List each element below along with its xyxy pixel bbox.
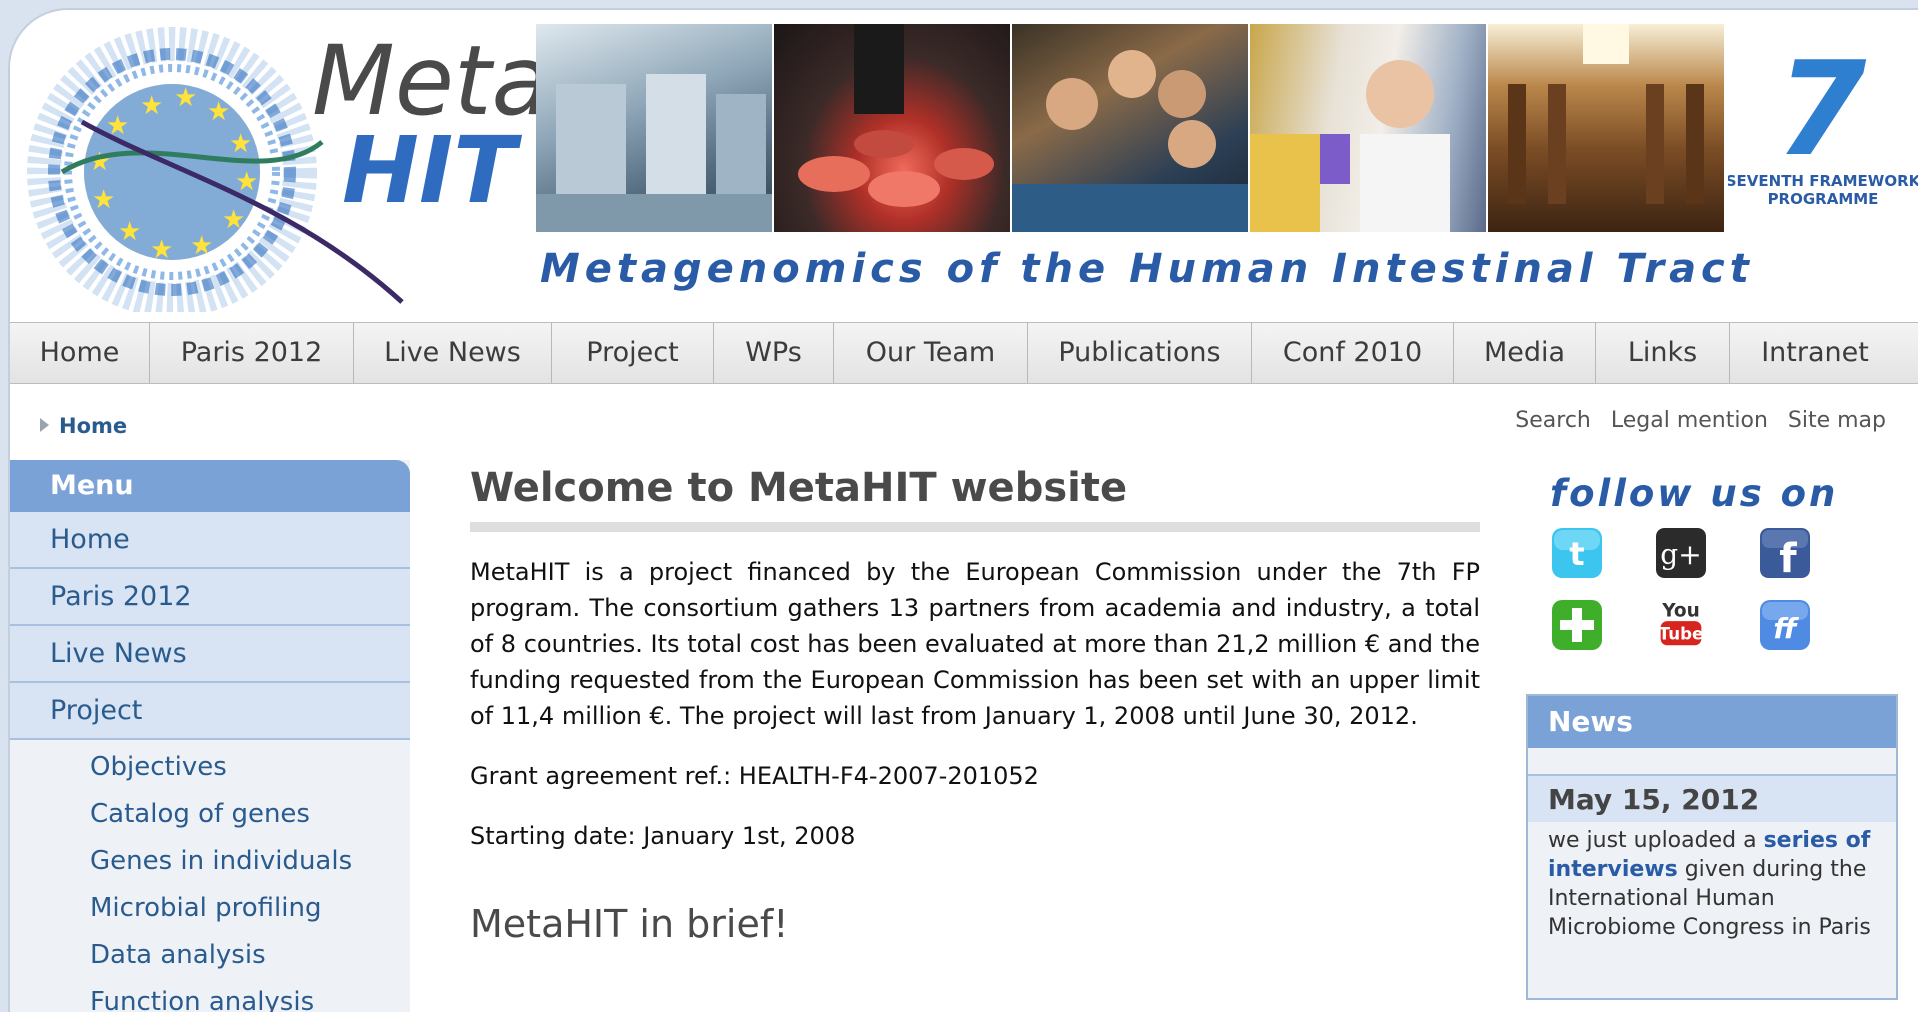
nav-project[interactable]: Project [552, 323, 714, 383]
svg-text:SEVENTH FRAMEWORK: SEVENTH FRAMEWORK [1728, 172, 1918, 190]
svg-text:7: 7 [1776, 46, 1867, 185]
facebook-icon[interactable]: f [1760, 528, 1810, 578]
breadcrumb-arrow-icon [40, 418, 49, 432]
breadcrumb: Home [40, 414, 127, 438]
svg-text:t: t [1569, 535, 1584, 573]
nav-live-news[interactable]: Live News [354, 323, 552, 383]
friendfeed-icon[interactable]: ff [1760, 600, 1810, 650]
nav-paris-2012[interactable]: Paris 2012 [150, 323, 354, 383]
news-item-text: we just uploaded a series of interviews … [1528, 822, 1896, 942]
svg-text:★: ★ [222, 205, 245, 235]
svg-text:★: ★ [174, 83, 197, 113]
svg-text:★: ★ [207, 97, 230, 127]
search-link[interactable]: Search [1515, 408, 1591, 433]
breadcrumb-home-link[interactable]: Home [59, 414, 127, 438]
nav-our-team[interactable]: Our Team [834, 323, 1028, 383]
intro-paragraph: MetaHIT is a project financed by the Eur… [470, 558, 1480, 730]
news-text-before: we just uploaded a [1548, 828, 1757, 853]
nav-wps[interactable]: WPs [714, 323, 834, 383]
svg-text:★: ★ [235, 167, 258, 197]
svg-text:ff: ff [1773, 612, 1799, 645]
nav-links[interactable]: Links [1596, 323, 1730, 383]
legal-mention-link[interactable]: Legal mention [1611, 408, 1768, 433]
svg-text:★: ★ [92, 185, 115, 215]
site-header: ★ ★ ★ ★ ★ ★ ★ ★ ★ ★ ★ ★ Meta HIT 7 SEVEN… [10, 10, 1918, 322]
fp7-logo[interactable]: 7 SEVENTH FRAMEWORK PROGRAMME [1728, 46, 1918, 216]
site-map-link[interactable]: Site map [1788, 408, 1886, 433]
main-content: Welcome to MetaHIT website MetaHIT is a … [470, 460, 1480, 946]
header-photo-team [1012, 24, 1248, 232]
sidebar-subitem-catalog-of-genes[interactable]: Catalog of genes [10, 791, 410, 838]
svg-text:★: ★ [140, 91, 163, 121]
sidebar-menu: Menu Home Paris 2012 Live News Project O… [10, 460, 410, 1012]
page-title: Welcome to MetaHIT website [470, 460, 1480, 532]
svg-text:f: f [1779, 536, 1797, 578]
svg-text:★: ★ [118, 217, 141, 247]
nav-home[interactable]: Home [10, 323, 150, 383]
sidebar-item-paris-2012[interactable]: Paris 2012 [10, 569, 410, 626]
header-photo-petri-dishes [774, 24, 1010, 232]
section-title: MetaHIT in brief! [470, 902, 789, 946]
svg-text:★: ★ [229, 129, 252, 159]
twitter-icon[interactable]: t [1552, 528, 1602, 578]
news-panel: News May 15, 2012 we just uploaded a ser… [1526, 694, 1898, 1000]
add-icon[interactable] [1552, 600, 1602, 650]
svg-text:g+: g+ [1660, 538, 1701, 571]
sidebar-item-live-news[interactable]: Live News [10, 626, 410, 683]
metahit-logo[interactable]: ★ ★ ★ ★ ★ ★ ★ ★ ★ ★ ★ ★ Meta HIT [22, 22, 542, 312]
site-tagline: Metagenomics of the Human Intestinal Tra… [540, 246, 1754, 292]
sidebar-item-home[interactable]: Home [10, 512, 410, 569]
sidebar-item-project[interactable]: Project [10, 683, 410, 740]
sidebar-subitem-objectives[interactable]: Objectives [10, 744, 410, 791]
nav-media[interactable]: Media [1454, 323, 1596, 383]
sidebar-subitem-function-analysis[interactable]: Function analysis [10, 979, 410, 1012]
google-plus-icon[interactable]: g+ [1656, 528, 1706, 578]
svg-text:★: ★ [190, 231, 213, 261]
news-title: News [1528, 696, 1896, 748]
header-photo-researcher [1250, 24, 1486, 232]
nav-intranet[interactable]: Intranet [1730, 323, 1900, 383]
top-navigation: Home Paris 2012 Live News Project WPs Ou… [10, 322, 1918, 384]
sidebar-title: Menu [10, 460, 410, 512]
svg-text:★: ★ [88, 147, 111, 177]
nav-publications[interactable]: Publications [1028, 323, 1252, 383]
page-frame: ★ ★ ★ ★ ★ ★ ★ ★ ★ ★ ★ ★ Meta HIT 7 SEVEN… [8, 8, 1918, 1012]
youtube-icon[interactable]: You Tube [1656, 598, 1706, 648]
svg-text:HIT: HIT [342, 117, 522, 224]
header-photo-lab [536, 24, 772, 232]
svg-text:Tube: Tube [1659, 625, 1704, 644]
follow-us-title: follow us on [1550, 472, 1839, 515]
sidebar-subitem-microbial-profiling[interactable]: Microbial profiling [10, 885, 410, 932]
svg-text:You: You [1661, 601, 1700, 622]
svg-text:PROGRAMME: PROGRAMME [1768, 190, 1879, 208]
sidebar-subitem-data-analysis[interactable]: Data analysis [10, 932, 410, 979]
news-date: May 15, 2012 [1528, 774, 1896, 822]
header-photo-hall [1488, 24, 1724, 232]
svg-text:★: ★ [150, 235, 173, 265]
grant-reference: Grant agreement ref.: HEALTH-F4-2007-201… [470, 762, 1039, 790]
utility-links: Search Legal mention Site map [1515, 408, 1886, 433]
nav-conf-2010[interactable]: Conf 2010 [1252, 323, 1454, 383]
start-date: Starting date: January 1st, 2008 [470, 822, 856, 850]
sidebar-subitem-genes-in-individuals[interactable]: Genes in individuals [10, 838, 410, 885]
